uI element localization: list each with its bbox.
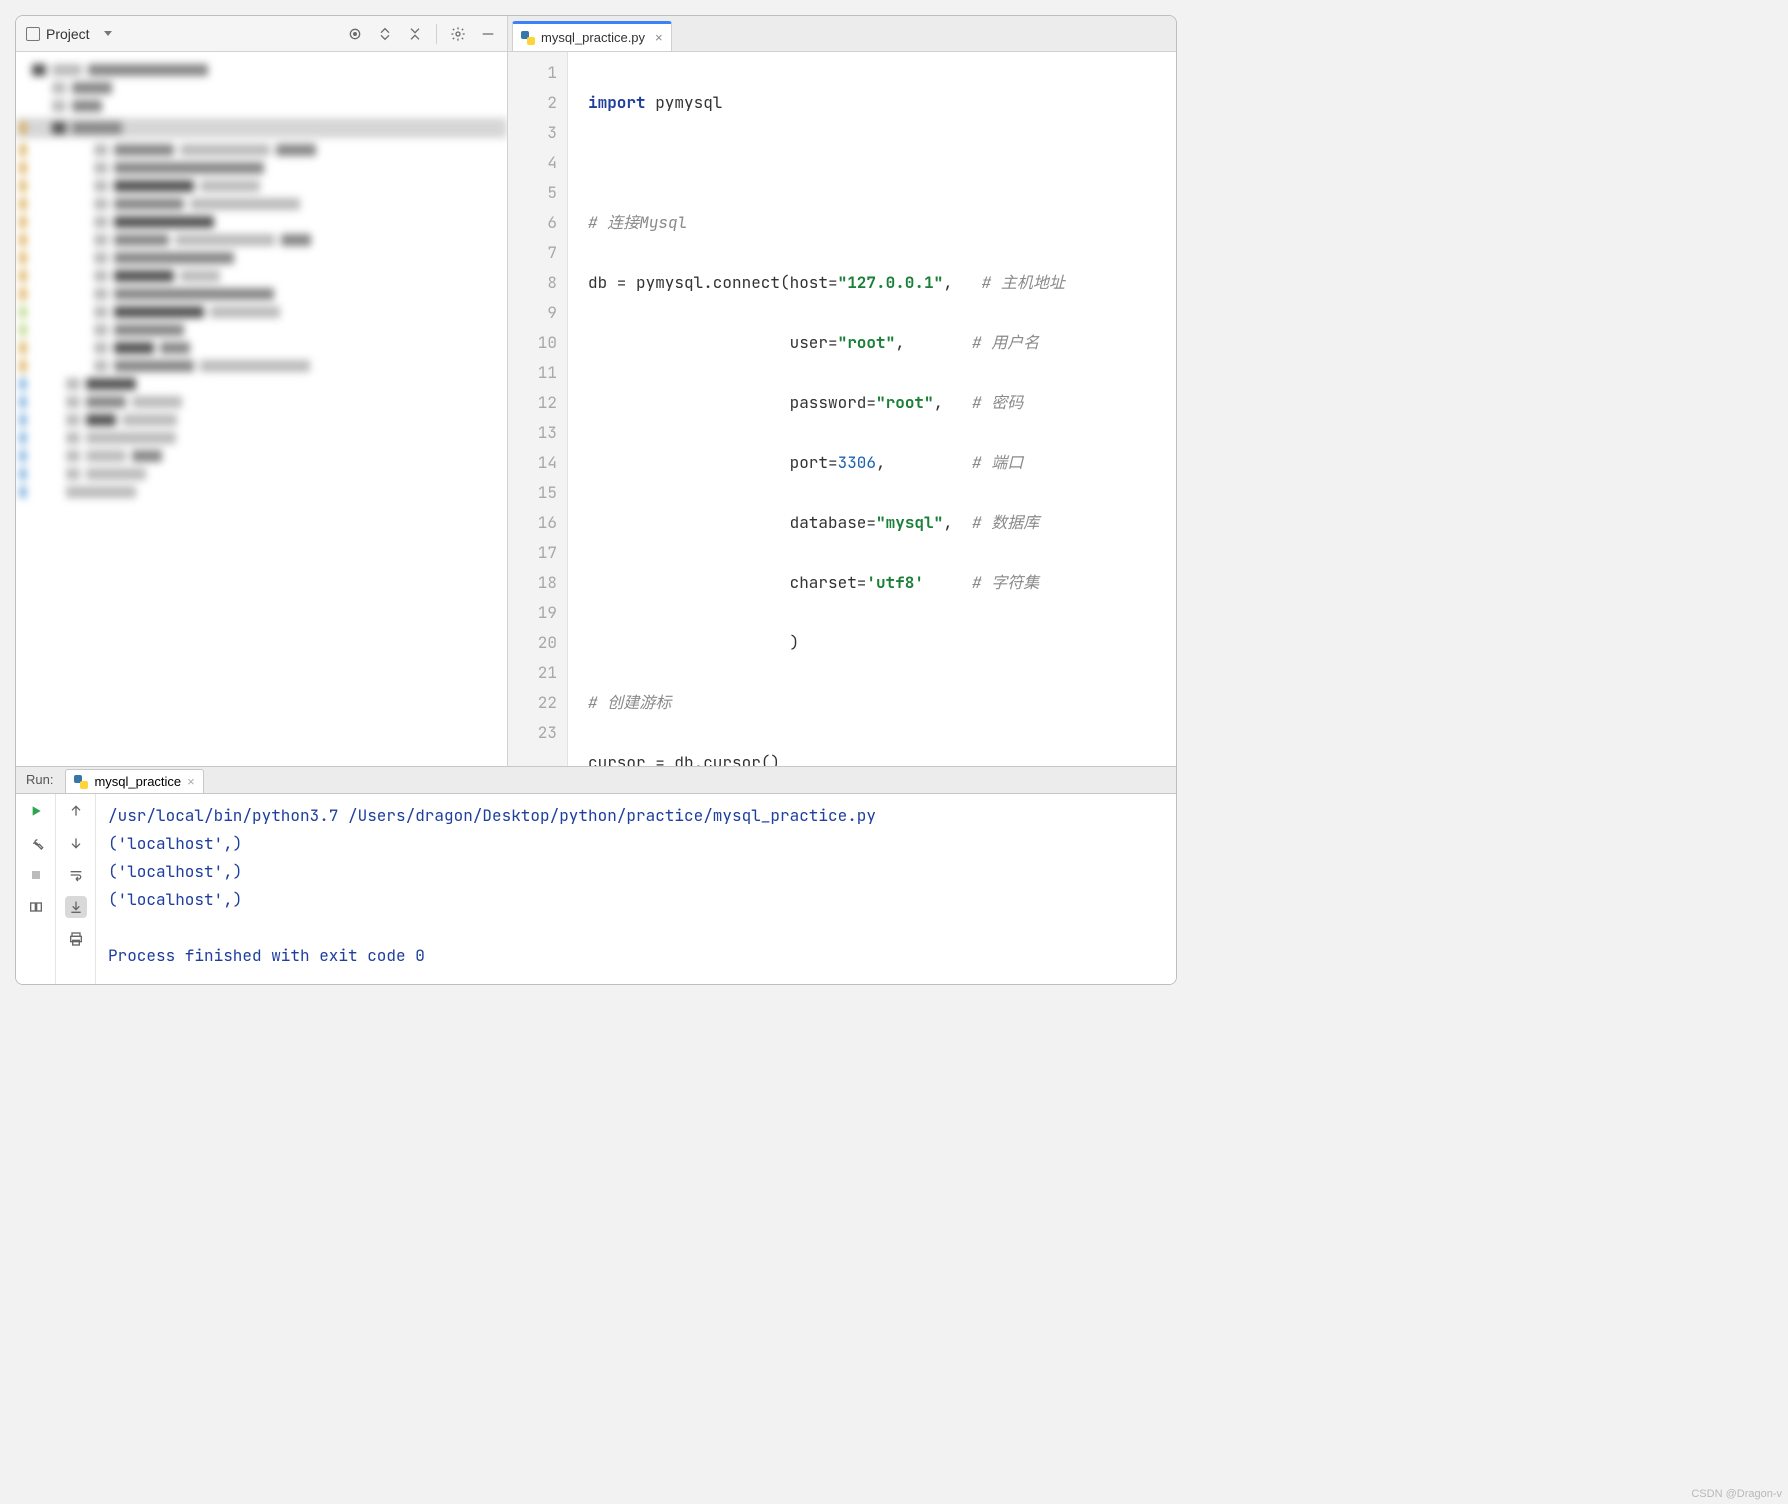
run-tab-label: mysql_practice: [94, 774, 181, 789]
project-tool-label[interactable]: Project: [26, 26, 112, 42]
tab-filename: mysql_practice.py: [541, 30, 645, 45]
run-output-exit: Process finished with exit code 0: [108, 942, 1164, 970]
layout-icon[interactable]: [25, 896, 47, 918]
run-output[interactable]: /usr/local/bin/python3.7 /Users/dragon/D…: [96, 794, 1176, 984]
run-toolbar-secondary: [56, 794, 96, 984]
line-gutter: 1234567891011121314151617181920212223: [508, 52, 568, 766]
editor-tabs: mysql_practice.py ×: [508, 16, 1176, 51]
collapse-all-icon[interactable]: [402, 21, 428, 47]
run-output-line: ('localhost',): [108, 830, 1164, 858]
code-area[interactable]: import pymysql # 连接Mysql db = pymysql.co…: [568, 52, 1176, 766]
main-row: 1234567891011121314151617181920212223 im…: [16, 52, 1176, 766]
scroll-to-end-icon[interactable]: [65, 896, 87, 918]
close-icon[interactable]: ×: [187, 774, 195, 789]
soft-wrap-icon[interactable]: [65, 864, 87, 886]
run-output-line: ('localhost',): [108, 886, 1164, 914]
wrench-icon[interactable]: [25, 832, 47, 854]
up-icon[interactable]: [65, 800, 87, 822]
top-row: Project: [16, 16, 1176, 52]
close-icon[interactable]: ×: [655, 30, 663, 45]
run-tabs: Run: mysql_practice ×: [16, 767, 1176, 794]
project-header: Project: [16, 16, 508, 51]
run-title: Run:: [26, 772, 59, 793]
tab-mysql-practice[interactable]: mysql_practice.py ×: [512, 21, 672, 51]
run-toolbar-primary: [16, 794, 56, 984]
hide-icon[interactable]: [475, 21, 501, 47]
project-toolbar: [342, 21, 507, 47]
ide-window: Project: [15, 15, 1177, 985]
run-output-line: /usr/local/bin/python3.7 /Users/dragon/D…: [108, 802, 1164, 830]
python-icon: [521, 31, 535, 45]
down-icon[interactable]: [65, 832, 87, 854]
print-icon[interactable]: [65, 928, 87, 950]
locate-icon[interactable]: [342, 21, 368, 47]
run-tab-mysql-practice[interactable]: mysql_practice ×: [65, 769, 203, 793]
chevron-down-icon: [104, 31, 112, 36]
expand-all-icon[interactable]: [372, 21, 398, 47]
run-tool-window: Run: mysql_practice ×: [16, 766, 1176, 984]
project-tree[interactable]: [16, 52, 508, 766]
project-icon: [26, 27, 40, 41]
rerun-icon[interactable]: [25, 800, 47, 822]
watermark: CSDN @Dragon-v: [1691, 1488, 1782, 1500]
project-label-text: Project: [46, 26, 90, 42]
run-body: /usr/local/bin/python3.7 /Users/dragon/D…: [16, 794, 1176, 984]
gear-icon[interactable]: [445, 21, 471, 47]
code-editor[interactable]: 1234567891011121314151617181920212223 im…: [508, 52, 1176, 766]
stop-icon[interactable]: [25, 864, 47, 886]
run-output-line: ('localhost',): [108, 858, 1164, 886]
project-tree-blurred: [16, 52, 507, 510]
python-icon: [74, 775, 88, 789]
